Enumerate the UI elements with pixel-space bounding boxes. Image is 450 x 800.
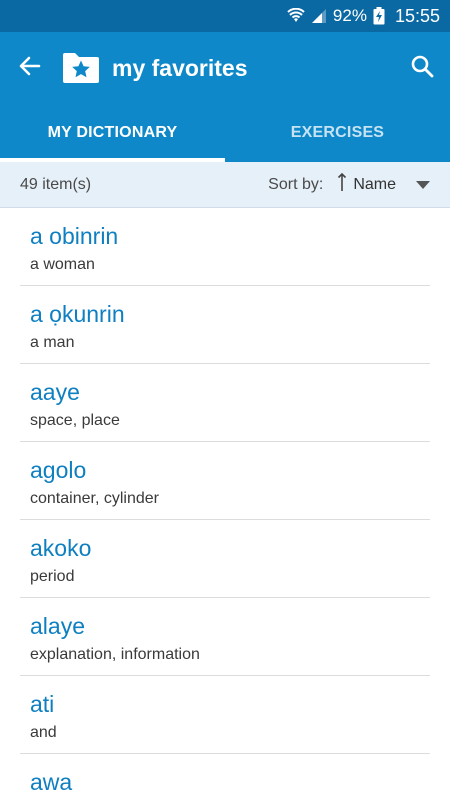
meaning: a woman (30, 256, 95, 273)
list-item[interactable]: aaye space, place (20, 364, 430, 442)
favorites-folder-icon (60, 50, 102, 86)
sort-direction-icon (337, 172, 347, 197)
signal-icon (311, 8, 327, 24)
word: agolo (30, 457, 87, 483)
list-item[interactable]: a ọkunrin a man (20, 286, 430, 364)
word: aaye (30, 379, 80, 405)
item-count: 49 item(s) (20, 175, 92, 193)
battery-charging-icon (373, 7, 385, 25)
meaning: container, cylinder (30, 490, 159, 507)
sort-value: Name (353, 175, 396, 193)
meaning: space, place (30, 412, 120, 429)
word: a obinrin (30, 223, 119, 249)
meaning: and (30, 724, 57, 741)
tab-exercises[interactable]: EXERCISES (225, 104, 450, 162)
dropdown-triangle-icon (416, 176, 430, 194)
list-item[interactable]: agolo container, cylinder (20, 442, 430, 520)
word: ati (30, 691, 55, 717)
list-toolbar: 49 item(s) Sort by: Name (0, 162, 450, 208)
status-bar: 92% 15:55 (0, 0, 450, 32)
word: a ọkunrin (30, 301, 125, 327)
word: alaye (30, 613, 85, 639)
back-button[interactable] (0, 32, 60, 104)
meaning: a man (30, 334, 75, 351)
list-item[interactable]: akoko period (20, 520, 430, 598)
list-item[interactable]: a obinrin a woman (20, 208, 430, 286)
meaning: period (30, 568, 75, 585)
search-button[interactable] (400, 32, 444, 104)
sort-dropdown[interactable]: Name (337, 172, 430, 197)
clock: 15:55 (394, 5, 440, 26)
word: akoko (30, 535, 92, 561)
page-title: my favorites (112, 54, 248, 81)
sort-label: Sort by: (268, 175, 324, 193)
wifi-icon (287, 8, 305, 24)
tab-my-dictionary[interactable]: MY DICTIONARY (0, 104, 225, 162)
list-item[interactable]: ati and (20, 676, 430, 754)
search-icon (410, 54, 434, 83)
meaning: explanation, information (30, 646, 200, 663)
app-bar: my favorites (0, 32, 450, 104)
word: awa (30, 769, 73, 795)
list-item[interactable]: awa (20, 754, 430, 800)
tab-bar: MY DICTIONARY EXERCISES (0, 104, 450, 162)
battery-percent: 92% (332, 6, 367, 25)
arrow-left-icon (19, 55, 41, 82)
list-item[interactable]: alaye explanation, information (20, 598, 430, 676)
favorites-list: a obinrin a woman a ọkunrin a man aaye s… (0, 208, 450, 800)
